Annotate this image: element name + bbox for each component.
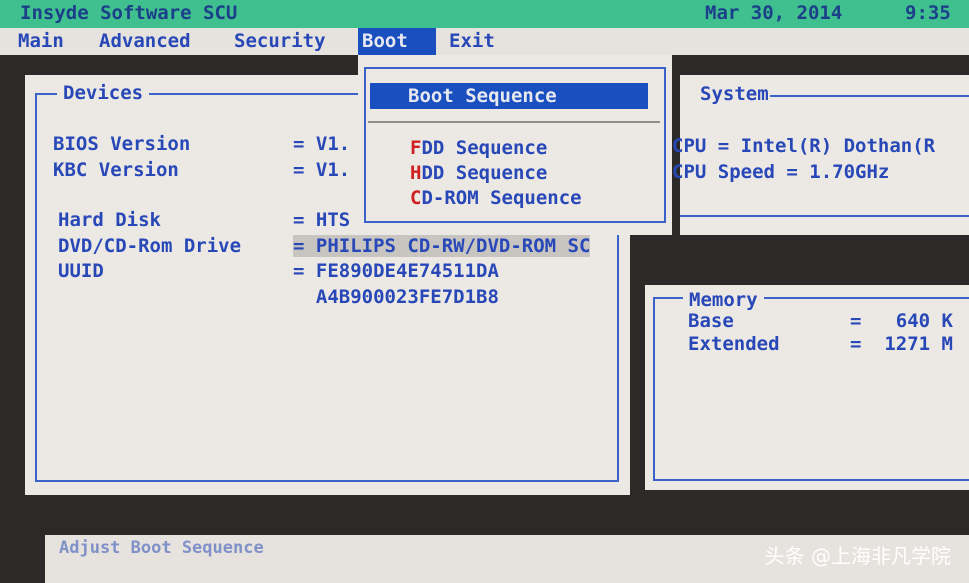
dvd-value: = PHILIPS CD-RW/DVD-ROM SC	[293, 235, 591, 257]
system-title: System	[700, 83, 769, 105]
bios-version-label: BIOS Version	[53, 133, 191, 155]
hotkey: H	[410, 162, 422, 184]
divider	[368, 121, 660, 123]
hard-disk-label: Hard Disk	[58, 209, 161, 231]
cdrom-sequence-item[interactable]: CD-ROM Sequence	[410, 187, 582, 209]
title-bar: Insyde Software SCU Mar 30, 2014 9:35	[0, 0, 969, 28]
menu-boot[interactable]: Boot	[358, 28, 436, 55]
menu-bar: Main Advanced Security Boot Exit	[0, 28, 969, 55]
kbc-version-label: KBC Version	[53, 159, 179, 181]
fdd-sequence-item[interactable]: FDD Sequence	[410, 137, 547, 159]
hard-disk-value: = HTS	[293, 209, 351, 231]
app-title: Insyde Software SCU	[20, 2, 238, 24]
menu-security[interactable]: Security	[230, 30, 330, 52]
memory-panel: Memory Base = 640 K Extended = 1271 M	[645, 285, 969, 490]
bios-version-value: = V1.	[293, 133, 351, 155]
memory-title: Memory	[683, 289, 764, 311]
cpu-value: CPU = Intel(R) Dothan(R	[672, 135, 936, 157]
dvd-label: DVD/CD-Rom Drive	[58, 235, 242, 257]
system-panel: System CPU = Intel(R) Dothan(R CPU Speed…	[672, 75, 969, 235]
devices-title: Devices	[57, 82, 150, 104]
menu-main[interactable]: Main	[14, 30, 68, 52]
hotkey: F	[410, 137, 422, 159]
boot-sequence-item[interactable]: Boot Sequence	[370, 83, 648, 109]
memory-extended-value: = 1271 M	[850, 333, 953, 355]
date: Mar 30, 2014	[705, 2, 843, 24]
kbc-version-value: = V1.	[293, 159, 351, 181]
uuid-value: = FE890DE4E74511DA	[293, 260, 499, 282]
memory-extended-label: Extended	[688, 333, 780, 355]
cpu-speed-value: CPU Speed = 1.70GHz	[672, 161, 890, 183]
hdd-sequence-item[interactable]: HDD Sequence	[410, 162, 547, 184]
menu-advanced[interactable]: Advanced	[95, 30, 195, 52]
status-text: Adjust Boot Sequence	[59, 538, 264, 558]
time: 9:35	[905, 2, 951, 24]
item-label: D-ROM Sequence	[421, 187, 582, 209]
watermark: 头条 @上海非凡学院	[764, 544, 951, 568]
memory-base-label: Base	[688, 310, 734, 332]
item-label: DD Sequence	[421, 137, 548, 159]
memory-base-value: = 640 K	[850, 310, 953, 332]
menu-exit[interactable]: Exit	[445, 30, 499, 52]
boot-dropdown: Boot Sequence FDD Sequence HDD Sequence …	[358, 55, 672, 235]
uuid-label: UUID	[58, 260, 104, 282]
uuid-value-2: A4B900023FE7D1B8	[293, 286, 499, 308]
item-label: DD Sequence	[421, 162, 548, 184]
hotkey: C	[410, 187, 422, 209]
